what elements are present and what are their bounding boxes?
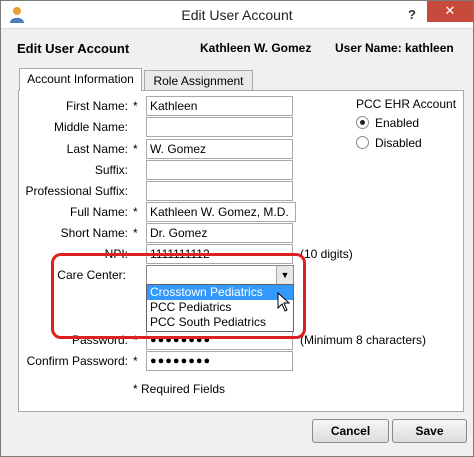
suffix-field[interactable] bbox=[146, 160, 293, 180]
care-center-highlight bbox=[51, 253, 306, 339]
ehr-disabled-label: Disabled bbox=[375, 136, 422, 150]
professional-suffix-field[interactable] bbox=[146, 181, 293, 201]
confirm-password-label: Confirm Password: bbox=[26, 354, 128, 368]
first-name-label: First Name: bbox=[65, 99, 128, 113]
required-marker: * bbox=[133, 99, 138, 113]
middle-name-field[interactable] bbox=[146, 117, 293, 137]
ehr-enabled-label: Enabled bbox=[375, 116, 420, 130]
short-name-field[interactable]: Dr. Gomez bbox=[146, 223, 293, 243]
middle-name-label: Middle Name: bbox=[53, 120, 128, 134]
required-marker: * bbox=[133, 142, 138, 156]
radio-icon[interactable] bbox=[356, 136, 369, 149]
required-marker: * bbox=[133, 205, 138, 219]
password-hint: (Minimum 8 characters) bbox=[300, 333, 427, 347]
full-name-field[interactable]: Kathleen W. Gomez, M.D. bbox=[146, 202, 296, 222]
npi-hint: (10 digits) bbox=[300, 247, 353, 261]
save-button[interactable]: Save bbox=[392, 419, 467, 443]
last-name-label: Last Name: bbox=[66, 142, 128, 156]
radio-icon-checked[interactable] bbox=[356, 116, 369, 129]
cancel-button[interactable]: Cancel bbox=[312, 419, 389, 443]
last-name-field[interactable]: W. Gomez bbox=[146, 139, 293, 159]
mouse-pointer-icon bbox=[277, 292, 291, 312]
ehr-enabled-option[interactable]: Enabled bbox=[356, 116, 419, 130]
ehr-account-title: PCC EHR Account bbox=[356, 97, 457, 111]
full-name-label: Full Name: bbox=[69, 205, 128, 219]
suffix-label: Suffix: bbox=[94, 163, 128, 177]
required-fields-note: * Required Fields bbox=[133, 382, 226, 396]
required-marker: * bbox=[133, 354, 138, 368]
confirm-password-field[interactable]: ●●●●●●●● bbox=[146, 351, 293, 371]
required-marker: * bbox=[133, 226, 138, 240]
professional-suffix-label: Professional Suffix: bbox=[25, 184, 129, 198]
short-name-label: Short Name: bbox=[60, 226, 128, 240]
first-name-field[interactable]: Kathleen bbox=[146, 96, 293, 116]
ehr-disabled-option[interactable]: Disabled bbox=[356, 136, 422, 150]
